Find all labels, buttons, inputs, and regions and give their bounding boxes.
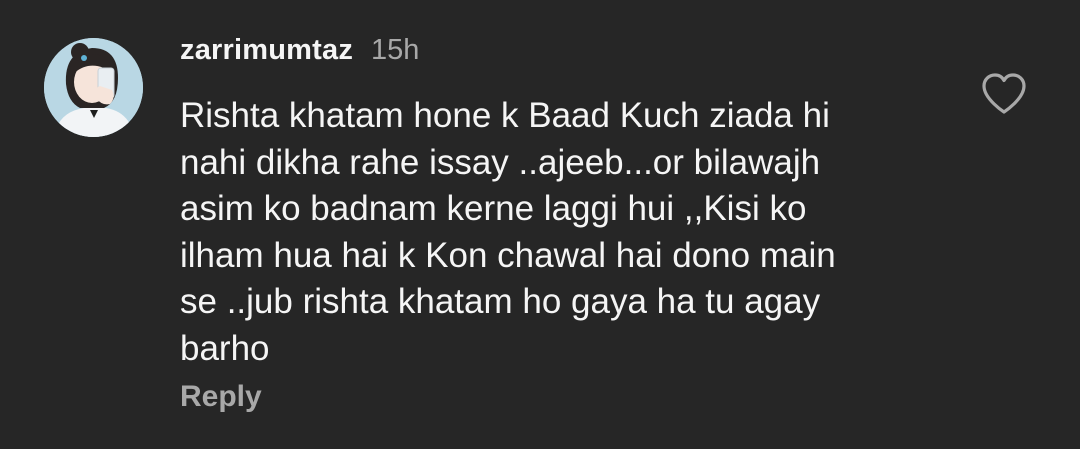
- avatar[interactable]: [44, 38, 143, 137]
- reply-button[interactable]: Reply: [180, 380, 262, 414]
- comment-text: Rishta khatam hone k Baad Kuch ziada hi …: [180, 96, 836, 368]
- like-button[interactable]: [980, 72, 1028, 116]
- heart-outline-icon: [982, 73, 1026, 114]
- username[interactable]: zarrimumtaz: [180, 34, 353, 67]
- comment-header: zarrimumtaz 15h: [180, 34, 419, 70]
- timestamp: 15h: [371, 34, 420, 66]
- avatar-illustration-icon: [44, 38, 143, 137]
- comment-item: zarrimumtaz 15h Rishta khatam hone k Baa…: [0, 0, 1080, 449]
